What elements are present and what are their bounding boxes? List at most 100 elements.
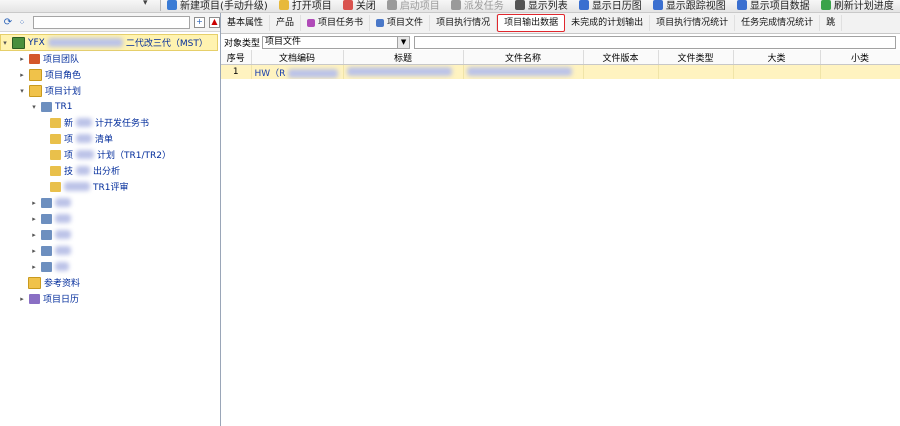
output-data-table: 序号 文档编码 标题 文件名称 文件版本 文件类型 大类 小类 1 HW（R [221,50,900,79]
milestone-icon [41,213,52,224]
new-project-icon [167,0,177,10]
toolbar-button-3[interactable]: 启动项目 [386,0,440,12]
chevron-down-icon[interactable]: ▼ [397,36,410,48]
dispatch-icon [450,0,461,10]
column-header-title[interactable]: 标题 [343,50,464,65]
column-header-filename[interactable]: 文件名称 [463,50,584,65]
expand-icon[interactable]: ▸ [30,215,38,223]
tree-item-doc[interactable]: 技 出分析 [50,163,120,178]
tab-label: 跳 [826,18,836,28]
expand-icon[interactable]: ▸ [18,71,26,79]
tab-5[interactable]: 项目输出数据 [497,14,566,32]
tree-item-label: TR1评审 [93,183,129,193]
tab-6[interactable]: 未完成的计划输出 [565,15,651,31]
expand-icon[interactable]: ▸ [30,231,38,239]
folder-icon [28,276,41,289]
tree-item-tr1[interactable]: ▾ TR1 [30,99,72,114]
tab-2[interactable]: 项目任务书 [301,15,371,31]
tree-item-doc[interactable]: 项 计划（TR1/TR2） [50,147,171,162]
tree-root-project[interactable]: ▾ YFX 二代改三代（MST） [0,34,218,51]
doc-icon [50,117,61,128]
tree-item-doc[interactable]: 新 计开发任务书 [50,115,149,130]
tab-label: 项目任务书 [318,18,364,28]
tree-item-label: TR1 [55,101,73,112]
tree-item-milestone[interactable]: ▸ [30,243,71,258]
tree-item-prefix: 项 [64,135,74,145]
collapse-icon[interactable]: ▾ [30,103,38,111]
collapse-icon[interactable]: ▾ [1,39,9,47]
toolbar-button-1[interactable]: 打开项目 [278,0,332,12]
tree-item-label: 清单 [95,135,114,145]
tree-item-reference[interactable]: 参考资料 [28,275,80,290]
column-header-index[interactable]: 序号 [221,50,252,65]
object-type-select[interactable]: 项目文件 ▼ [262,35,411,49]
toolbar-button-label: 关闭 [355,1,376,12]
close-icon [342,0,353,10]
tab-label: 基本属性 [227,18,264,28]
tree-item-roles[interactable]: ▸ 项目角色 [18,67,81,82]
tab-4[interactable]: 项目执行情况 [430,15,498,31]
column-header-code[interactable]: 文档编码 [251,50,344,65]
collapse-icon[interactable]: ▾ [18,87,26,95]
search-add-icon[interactable]: + [194,16,205,28]
tab-1[interactable]: 产品 [270,15,302,31]
refresh-icon[interactable]: ⟳ [3,17,13,28]
refresh-icon [820,0,831,10]
tree-search-input[interactable] [33,15,190,29]
tree-item-milestone[interactable]: ▸ [30,227,71,242]
tab-label: 项目文件 [387,18,424,28]
tab-8[interactable]: 任务完成情况统计 [735,15,821,31]
column-header-subcategory[interactable]: 小类 [820,50,900,65]
tree-item-label: 项目团队 [43,55,80,65]
tab-3[interactable]: 项目文件 [370,15,431,31]
column-header-version[interactable]: 文件版本 [583,50,659,65]
expand-icon[interactable]: ▸ [30,247,38,255]
tree-item-doc[interactable]: TR1评审 [50,179,128,194]
tree-options-icon[interactable]: ⁘ [17,18,27,27]
tree-item-team[interactable]: ▸ 项目团队 [18,51,79,66]
column-header-category[interactable]: 大类 [733,50,821,65]
search-up-icon[interactable]: ▲ [209,16,220,28]
tree-item-milestone[interactable]: ▸ [30,195,71,210]
redacted-text [55,214,71,223]
toolbar-button-5[interactable]: 显示列表 [514,0,568,12]
table-row[interactable]: 1 HW（R [221,64,900,79]
tab-7[interactable]: 项目执行情况统计 [650,15,736,31]
toolbar-button-6[interactable]: 显示日历图 [578,0,642,12]
doc-icon [50,181,61,192]
tree-item-label: 计划（TR1/TR2） [97,151,172,161]
milestone-icon [41,197,52,208]
task-book-icon [307,19,316,27]
detail-panel: 基本属性 产品 项目任务书 项目文件 项目执行情况 项目输出数据 未完成的计划输出 项目执行情… [221,13,900,426]
tree-item-milestone[interactable]: ▸ [30,259,69,274]
doc-code-link[interactable]: HW（R [255,69,286,79]
toolbar-button-label: 显示列表 [527,1,568,12]
redacted-text [76,134,93,143]
toolbar-items: 新建项目(手动升级) 打开项目 关闭 启动项目 派发任务 显示列表 显示日历图 显示跟踪视图 显… [167,0,900,12]
tree-item-plan[interactable]: ▾ 项目计划 [18,83,81,98]
tree-item-milestone[interactable]: ▸ [30,211,71,226]
tab-0[interactable]: 基本属性 [221,15,271,31]
expand-icon[interactable]: ▸ [18,295,26,303]
expand-icon[interactable]: ▸ [18,55,26,63]
cell-version [583,64,659,79]
redacted-text [76,166,91,175]
expand-icon[interactable]: ▸ [30,199,38,207]
toolbar-overflow-icon[interactable]: ▾ [143,0,148,8]
cell-subcategory [820,64,900,79]
tab-9[interactable]: 跳 [820,15,843,31]
tree-item-calendar[interactable]: ▸ 项目日历 [18,291,79,306]
expand-icon[interactable]: ▸ [30,263,38,271]
toolbar-button-4[interactable]: 派发任务 [450,0,504,12]
main-toolbar: ▾ 新建项目(手动升级) 打开项目 关闭 启动项目 派发任务 显示列表 显示日历图 显示跟踪视… [0,0,900,13]
toolbar-button-0[interactable]: 新建项目(手动升级) [167,0,268,12]
cell-code[interactable]: HW（R [251,64,344,79]
toolbar-button-7[interactable]: 显示跟踪视图 [652,0,726,12]
toolbar-button-2[interactable]: 关闭 [342,0,376,12]
tree-item-doc[interactable]: 项 清单 [50,131,113,146]
filter-input[interactable] [414,35,897,49]
column-header-type[interactable]: 文件类型 [658,50,734,65]
toolbar-button-9[interactable]: 刷新计划进度 [820,0,894,12]
toolbar-button-8[interactable]: 显示项目数据 [736,0,810,12]
redacted-text [76,118,93,127]
